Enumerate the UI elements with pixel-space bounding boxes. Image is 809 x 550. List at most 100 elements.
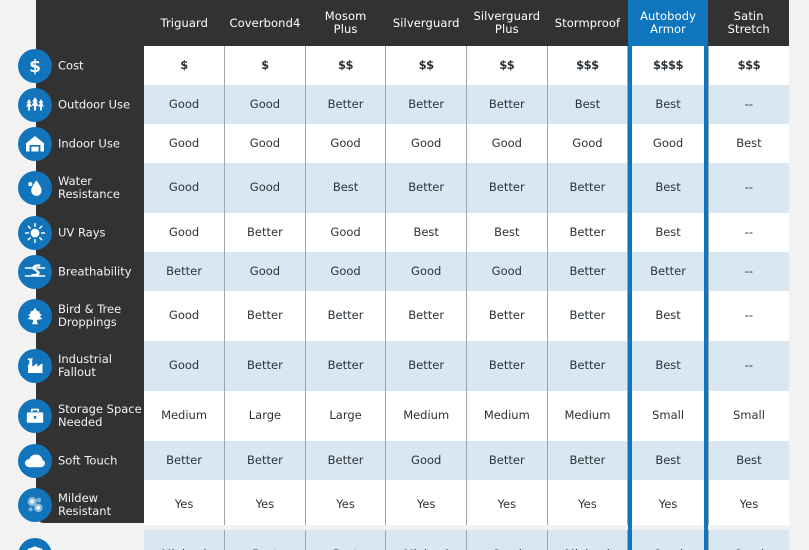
table-cell: Good [627,530,709,550]
column-header-0[interactable]: Triguard [144,0,225,46]
column-header-3[interactable]: Silverguard [385,0,467,46]
column-header-2[interactable]: Mosom Plus [305,0,386,46]
table-row: Better Better Better Good Better Better Best Be… [144,441,789,480]
highlight-rail-right [704,46,709,550]
feature-row-1[interactable]: Outdoor Use [0,85,144,124]
table-cell: Yes [385,480,467,530]
column-header-5[interactable]: Stormproof [547,0,628,46]
table-cell: Better [546,252,629,291]
table-row: Good Better Good Best Best Better Best -- [144,213,789,252]
feature-row-11[interactable]: Ding Protection [0,530,144,550]
table-cell: Good [627,124,709,163]
table-cell: Good [224,85,306,124]
table-cell: Good [144,85,226,124]
feature-label: Mildew Resistant [58,490,112,518]
table-cell: Better [224,341,306,391]
table-cell: Best [627,213,709,252]
table-cell: Good [466,530,548,550]
feature-label: Breathability [58,263,132,278]
table-cell: -- [707,291,789,341]
table-cell: Best [707,124,789,163]
table-cell: Best [224,530,306,550]
table-header: Triguard Coverbond4 Mosom Plus Silverguard Si… [144,0,789,46]
table-cell: Good [385,441,467,480]
comparison-table: Triguard Coverbond4 Mosom Plus Silverguard Si… [144,0,789,550]
table-cell: Better [546,341,629,391]
feature-row-10[interactable]: Mildew Resistant [0,480,144,530]
feature-label: Soft Touch [58,452,118,467]
table-row: Medium Large Large Medium Medium Medium Small S… [144,391,789,441]
shield-icon [18,538,52,550]
column-header-6[interactable]: Autobody Armor [627,0,709,46]
table-cell: Best [627,163,709,213]
table-cell: $$$$ [627,46,709,85]
table-row: Good Better Better Better Better Better Best -- [144,341,789,391]
trees-icon [18,87,52,122]
table-cell: Best [707,441,789,480]
feature-label: Cost [58,57,84,72]
briefcase-icon [18,399,52,433]
table-cell: Best [627,291,709,341]
feature-row-5[interactable]: Breathability [0,252,144,291]
table-cell: Better [385,341,467,391]
breathability-icon [18,254,52,289]
table-cell: Better [546,163,629,213]
table-cell: Better [466,163,548,213]
table-cell: $$$ [546,46,629,85]
table-cell: Better [144,441,226,480]
table-cell: Good [466,124,548,163]
table-cell: Best [627,341,709,391]
table-cell: -- [707,85,789,124]
feature-label: Outdoor Use [58,96,131,111]
feature-label: Ding Protection [58,540,85,550]
column-header-label: Autobody Armor [640,9,697,36]
feature-row-3[interactable]: Water Resistance [0,163,144,213]
table-cell: Good [144,124,226,163]
table-cell: Large [224,391,306,441]
table-cell: Good [144,213,226,252]
table-cell: Minimal [144,530,226,550]
feature-label: Indoor Use [58,135,120,150]
table-cell: Better [144,252,226,291]
column-header-label: Satin Stretch [727,9,770,36]
table-cell: Good [385,252,467,291]
table-cell: Good [304,252,387,291]
table-cell: Yes [224,480,306,530]
feature-row-7[interactable]: Industrial Fallout [0,341,144,391]
feature-row-6[interactable]: Bird & Tree Droppings [0,291,144,341]
table-cell: Good [304,124,387,163]
table-cell: Better [224,213,306,252]
column-header-4[interactable]: Silverguard Plus [466,0,548,46]
table-cell: Good [385,124,467,163]
table-body: $ $ $$ $$ $$ $$$ $$$$ $$$ Good Good Better Better Be… [144,46,789,550]
feature-label: Water Resistance [58,173,120,201]
feature-row-0[interactable]: $ Cost [0,46,144,85]
column-header-label: Stormproof [554,15,621,30]
table-cell: -- [707,252,789,291]
svg-text:$: $ [29,57,41,76]
column-header-label: Silverguard Plus [473,9,541,36]
table-cell: Best [546,85,629,124]
table-bottom-strip [144,525,789,530]
table-row: Good Good Better Better Better Best Best -- [144,85,789,124]
column-header-1[interactable]: Coverbond4 [224,0,306,46]
table-cell: Medium [466,391,548,441]
feature-row-9[interactable]: Soft Touch [0,441,144,480]
column-header-7[interactable]: Satin Stretch [708,0,789,46]
table-cell: Better [385,291,467,341]
table-cell: Better [627,252,709,291]
column-header-label: Triguard [160,15,209,30]
table-cell: Best [627,441,709,480]
table-cell: Yes [144,480,226,530]
table-cell: Better [546,291,629,341]
dollar-icon: $ [18,48,52,83]
feature-row-2[interactable]: Indoor Use [0,124,144,163]
table-cell: Best [627,85,709,124]
leaf-icon [18,299,52,333]
table-cell: Good [304,213,387,252]
feature-row-8[interactable]: Storage Space Needed [0,391,144,441]
feature-row-4[interactable]: UV Rays [0,213,144,252]
water-drop-icon [18,171,52,205]
table-cell: $$ [466,46,548,85]
feature-label: Bird & Tree Droppings [58,301,122,329]
